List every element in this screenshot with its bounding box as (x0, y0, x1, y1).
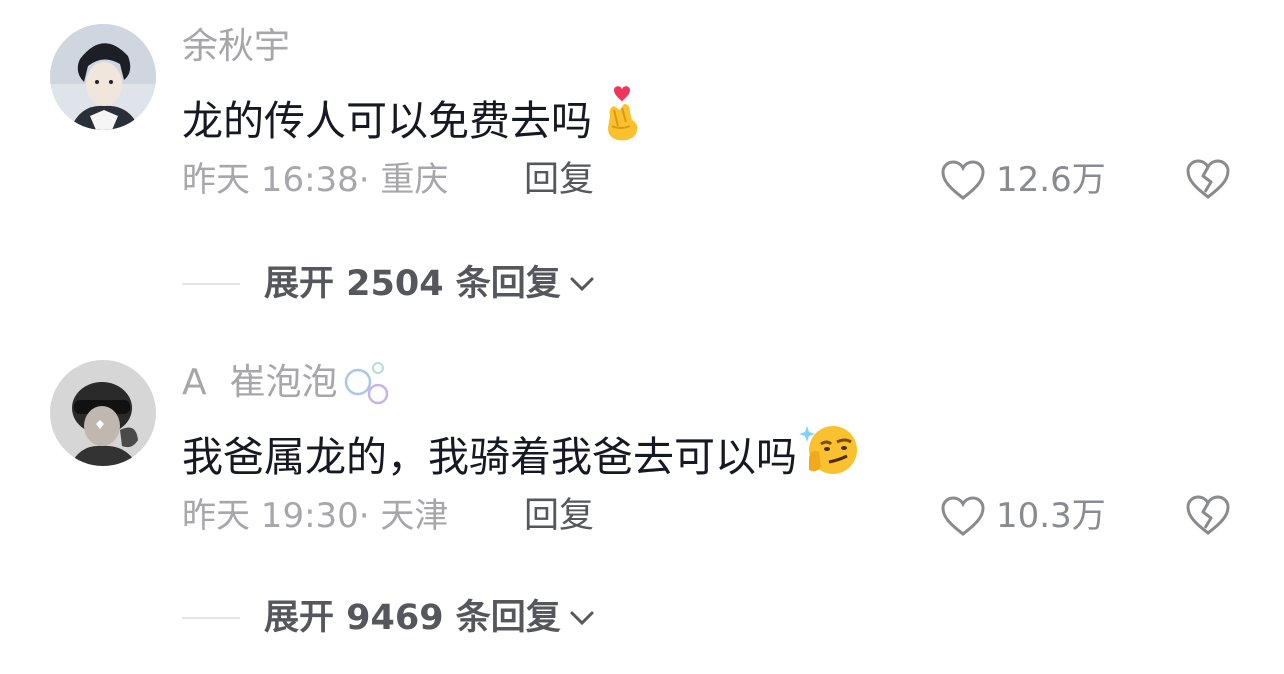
smirk-sparkle-emoji (799, 422, 859, 492)
divider-line (182, 617, 240, 619)
chevron-down-icon (570, 611, 594, 626)
comment-meta: 昨天 19:30· 天津 (182, 496, 449, 536)
comment-text: 我爸属龙的，我骑着我爸去可以吗 (182, 422, 859, 492)
comment-item: A 崔泡泡 我爸属龙的，我骑着我爸去可以吗 昨天 19:30· 天津 回复 10… (0, 0, 1284, 674)
expand-replies-button[interactable]: 展开 9469 条回复 (182, 596, 595, 640)
bubbles-icon (344, 362, 388, 405)
broken-heart-icon (1186, 495, 1230, 535)
avatar-image (50, 360, 156, 466)
reply-button[interactable]: 回复 (524, 494, 594, 538)
username[interactable]: A 崔泡泡 (182, 360, 392, 406)
like-count: 10.3万 (996, 496, 1106, 536)
like-button[interactable]: 10.3万 (940, 494, 1106, 538)
dislike-button[interactable] (1184, 494, 1232, 540)
heart-outline-icon (941, 496, 985, 536)
avatar[interactable] (50, 360, 156, 466)
